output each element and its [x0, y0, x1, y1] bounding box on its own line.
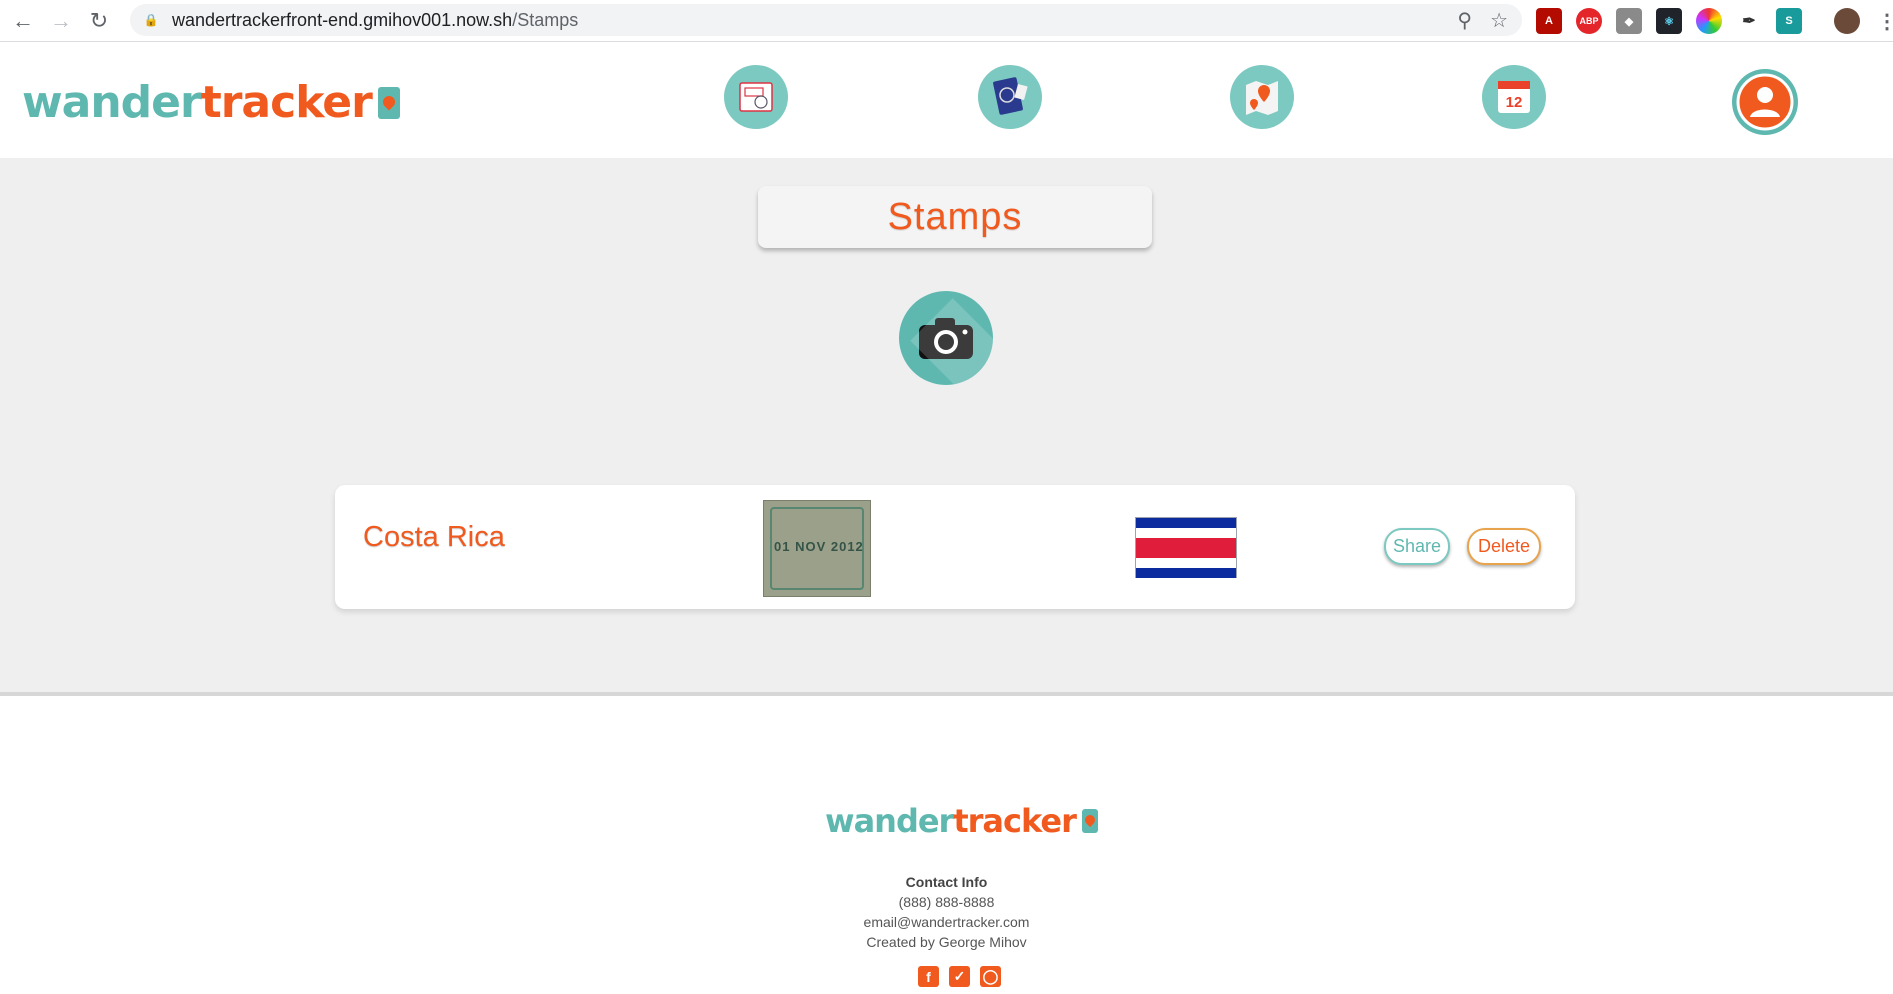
- main-content: Stamps Costa Rica 01 NOV 2012 Share Dele…: [0, 158, 1893, 692]
- s-extension-icon[interactable]: S: [1776, 8, 1802, 34]
- footer-logo[interactable]: wander tracker: [825, 802, 1098, 840]
- costa-rica-flag-icon: [1135, 517, 1237, 578]
- map-pin-icon: [1246, 81, 1278, 115]
- menu-kebab-icon[interactable]: ⋮: [1874, 8, 1893, 34]
- passport-icon: [993, 77, 1028, 115]
- url-path: /Stamps: [512, 9, 579, 30]
- share-button[interactable]: Share: [1384, 528, 1450, 565]
- forward-arrow-icon[interactable]: →: [46, 6, 76, 36]
- page-title: Stamps: [887, 195, 1023, 238]
- pdf-extension-icon[interactable]: A: [1536, 8, 1562, 34]
- social-links: f ✓ ◯: [918, 966, 1001, 987]
- delete-button[interactable]: Delete: [1467, 528, 1541, 565]
- facebook-icon[interactable]: f: [918, 966, 939, 987]
- back-arrow-icon[interactable]: ←: [8, 6, 38, 36]
- zoom-icon[interactable]: ⚲: [1457, 8, 1472, 33]
- contact-heading: Contact Info: [905, 874, 988, 890]
- passport-nav-icon[interactable]: [978, 65, 1042, 129]
- reload-icon[interactable]: ↻: [84, 6, 114, 36]
- calendar-nav-icon[interactable]: 12: [1482, 65, 1546, 129]
- address-bar[interactable]: 🔒 wandertrackerfront-end.gmihov001.now.s…: [130, 4, 1522, 36]
- add-stamp-camera-button[interactable]: [899, 291, 993, 385]
- passport-stamp-image[interactable]: 01 NOV 2012: [763, 500, 871, 597]
- logo-pin-icon: [377, 86, 400, 119]
- user-avatar-icon: [1736, 73, 1794, 131]
- react-devtools-icon[interactable]: ⚛: [1656, 8, 1682, 34]
- browser-toolbar: ← → ↻ 🔒 wandertrackerfront-end.gmihov001…: [0, 0, 1893, 42]
- map-nav-icon[interactable]: [1230, 65, 1294, 129]
- lock-icon: 🔒: [143, 13, 159, 27]
- calendar-icon: 12: [1498, 81, 1530, 113]
- stamp-date: 01 NOV 2012: [774, 539, 864, 554]
- app-header: wander tracker 12: [0, 43, 1893, 158]
- color-wheel-icon[interactable]: [1696, 8, 1722, 34]
- adblock-icon[interactable]: ABP: [1576, 8, 1602, 34]
- twitter-icon[interactable]: ✓: [949, 966, 970, 987]
- stamp-country: Costa Rica: [363, 521, 505, 553]
- app-logo[interactable]: wander tracker: [22, 77, 400, 128]
- footer-logo-pin-icon: [1081, 809, 1098, 833]
- stamps-nav-icon[interactable]: [724, 65, 788, 129]
- contact-info: Contact Info (888) 888-8888 email@wander…: [0, 872, 1893, 952]
- stamp-card: Costa Rica 01 NOV 2012 Share Delete: [335, 485, 1575, 609]
- url-host: wandertrackerfront-end.gmihov001.now.sh: [172, 9, 513, 30]
- footer-credit: Created by George Mihov: [866, 934, 1027, 950]
- page-title-box: Stamps: [758, 186, 1152, 248]
- contact-email: email@wandertracker.com: [863, 914, 1030, 930]
- profile-avatar-icon[interactable]: [1834, 8, 1860, 34]
- instagram-icon[interactable]: ◯: [980, 966, 1001, 987]
- contact-phone: (888) 888-8888: [898, 894, 995, 910]
- profile-nav-icon[interactable]: [1732, 69, 1798, 135]
- calendar-day: 12: [1506, 94, 1523, 111]
- footer: wander tracker Contact Info (888) 888-888…: [0, 692, 1893, 994]
- cube-extension-icon[interactable]: ◆: [1616, 8, 1642, 34]
- bookmark-star-icon[interactable]: ☆: [1490, 8, 1508, 33]
- extensions-bar: A ABP ◆ ⚛ ✒ S ⋮: [1536, 6, 1893, 36]
- stamp-card-icon: [739, 82, 773, 112]
- eyedropper-icon[interactable]: ✒: [1736, 8, 1762, 34]
